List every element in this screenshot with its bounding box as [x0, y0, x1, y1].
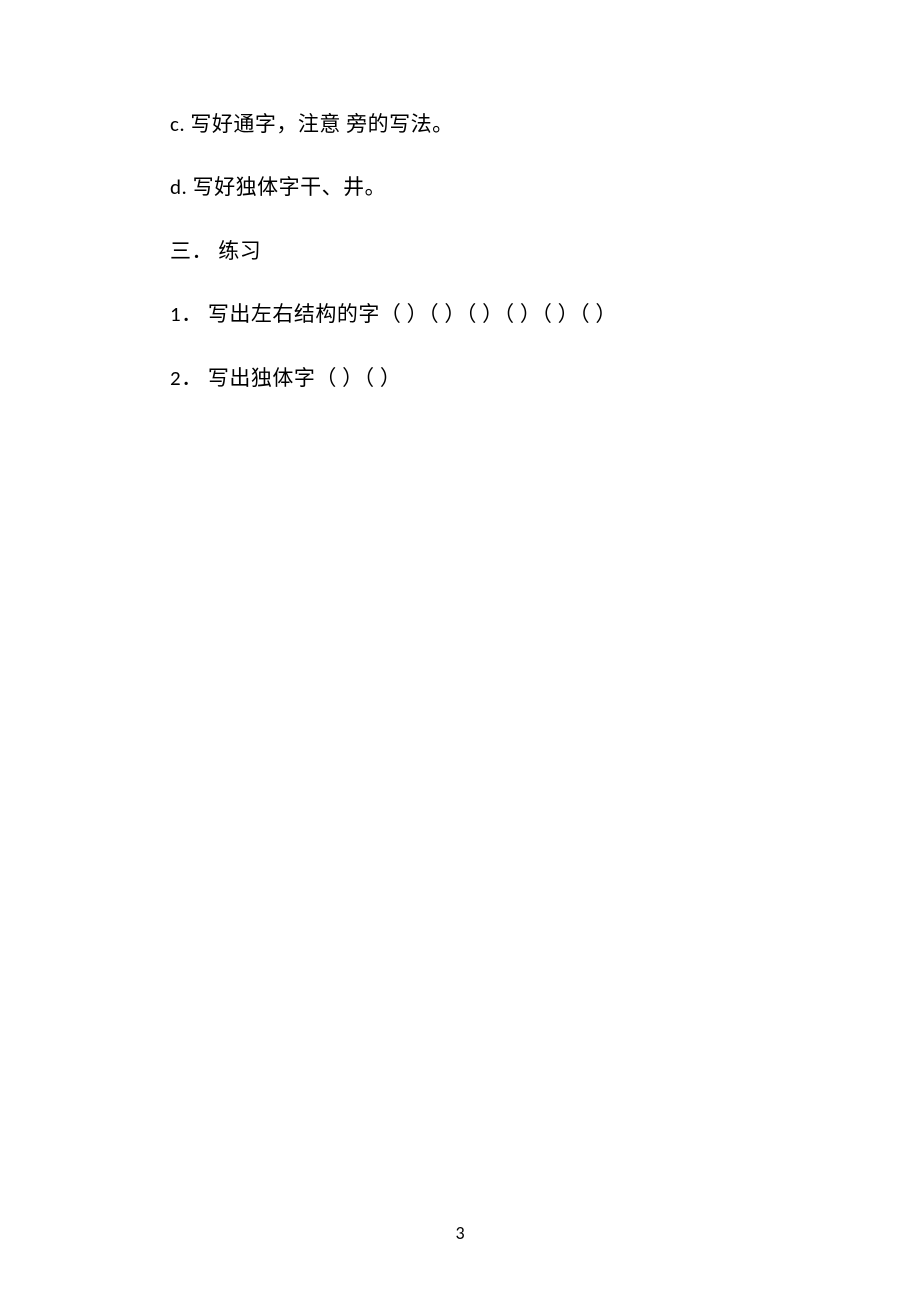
document-page: c. 写好通字，注意 旁的写法。 d. 写好独体字干、井。 三． 练习 1． 写… [0, 0, 920, 1302]
exercise-item-1: 1． 写出左右结构的字（ ）（ ）（ ）（ ）（ ）（ ） [170, 300, 750, 329]
page-number: 3 [0, 1222, 920, 1244]
section-heading-three: 三． 练习 [170, 237, 750, 266]
line-item-c: c. 写好通字，注意 旁的写法。 [170, 110, 750, 139]
line-item-d: d. 写好独体字干、井。 [170, 173, 750, 202]
exercise-item-2: 2． 写出独体字（ ）（ ） [170, 364, 750, 393]
